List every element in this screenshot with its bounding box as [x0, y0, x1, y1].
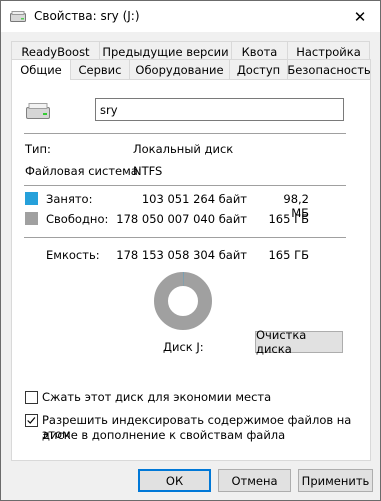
compress-checkbox[interactable] [25, 391, 38, 404]
tab-hardware[interactable]: Оборудование [129, 59, 230, 79]
free-bytes: 178 050 007 040 байт [116, 212, 247, 226]
tab-security[interactable]: Безопасность [287, 59, 371, 79]
free-label: Свободно: [46, 212, 109, 226]
drive-icon [10, 11, 26, 22]
tab-row-bottom: Общие Сервис Оборудование Доступ Безопас… [11, 59, 371, 80]
capacity-label: Емкость: [46, 248, 100, 262]
type-value: Локальный диск [133, 142, 234, 156]
index-checkbox[interactable] [25, 414, 38, 427]
compress-label: Сжать этот диск для экономии места [42, 390, 272, 404]
cancel-button[interactable]: Отмена [218, 469, 291, 492]
separator [24, 133, 346, 134]
close-icon[interactable]: ✕ [340, 1, 380, 32]
properties-dialog: Свойства: sry (J:) ✕ ReadyBoost Предыдущ… [0, 0, 381, 501]
tab-row-top: ReadyBoost Предыдущие версии Квота Настр… [11, 41, 370, 61]
free-space-swatch [25, 212, 38, 225]
drive-name-input[interactable] [95, 98, 344, 121]
separator [24, 185, 346, 186]
drive-icon [26, 103, 50, 119]
tab-sharing[interactable]: Доступ [229, 59, 288, 79]
fs-label: Файловая система: [25, 164, 142, 178]
type-label: Тип: [25, 142, 51, 156]
used-label: Занято: [46, 192, 93, 206]
tab-general[interactable]: Общие [11, 59, 71, 80]
disk-cleanup-button[interactable]: Очистка диска [255, 328, 343, 356]
tab-previous-versions[interactable]: Предыдущие версии [99, 41, 232, 61]
title-bar: Свойства: sry (J:) ✕ [1, 1, 380, 32]
disk-usage-donut [154, 272, 212, 330]
disk-label: Диск J: [163, 340, 204, 354]
used-space-swatch [25, 192, 38, 205]
checkmark-icon [27, 417, 36, 424]
capacity-size: 165 ГБ [268, 248, 309, 262]
apply-button[interactable]: Применить [298, 469, 373, 492]
window-title: Свойства: sry (J:) [34, 9, 140, 23]
tab-customize[interactable]: Настройка [287, 41, 370, 61]
fs-value: NTFS [133, 164, 163, 178]
tab-quota[interactable]: Квота [231, 41, 288, 61]
ok-button[interactable]: ОК [138, 469, 211, 492]
free-size: 165 ГБ [268, 212, 309, 226]
separator [24, 237, 346, 238]
index-label-line2: диске в дополнение к свойствам файла [42, 428, 286, 442]
used-bytes: 103 051 264 байт [141, 192, 247, 206]
tab-tools[interactable]: Сервис [70, 59, 130, 79]
tab-readyboost[interactable]: ReadyBoost [11, 41, 100, 61]
capacity-bytes: 178 153 058 304 байт [116, 248, 247, 262]
